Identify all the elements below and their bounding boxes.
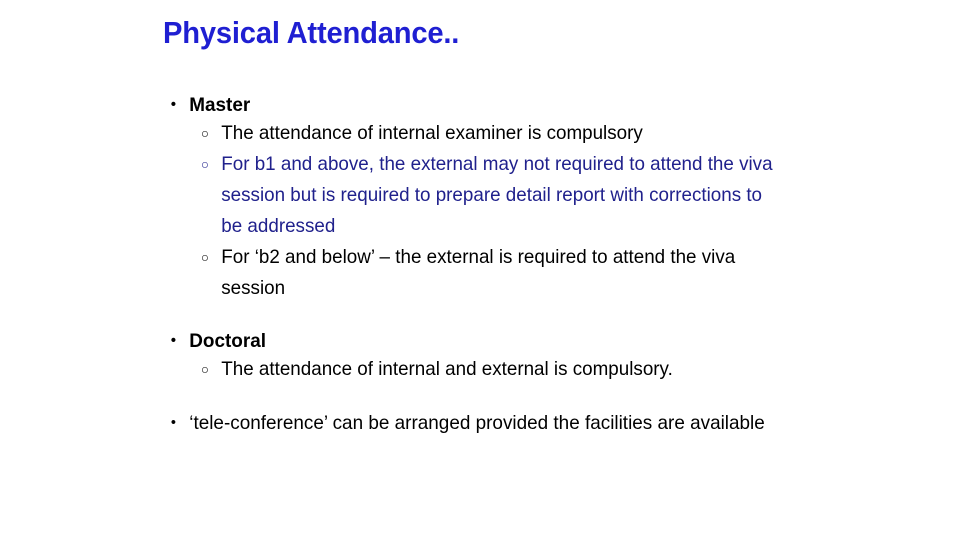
list-item-text: The attendance of internal and external … <box>221 358 673 380</box>
bullet-marker-icon: • <box>170 332 176 349</box>
sub-bullet-list-master: ○ The attendance of internal examiner is… <box>165 118 805 304</box>
sub-bullet-marker-icon: ○ <box>201 250 209 265</box>
sub-bullet-marker-icon: ○ <box>201 157 209 172</box>
list-item: ○ The attendance of internal examiner is… <box>201 118 784 149</box>
sub-bullet-marker-icon: ○ <box>201 362 209 377</box>
list-item-text: For ‘b2 and below’ – the external is req… <box>221 246 736 299</box>
content-block-teleconference: • ‘tele-conference’ can be arranged prov… <box>165 410 805 436</box>
sub-bullet-list-doctoral: ○ The attendance of internal and externa… <box>165 354 805 385</box>
bullet-heading-label: Doctoral <box>189 330 266 352</box>
bullet-heading-doctoral: • Doctoral <box>165 328 786 354</box>
list-item: ○ For b1 and above, the external may not… <box>201 149 784 242</box>
bullet-heading-teleconference: • ‘tele-conference’ can be arranged prov… <box>165 410 786 436</box>
bullet-heading-label: ‘tele-conference’ can be arranged provid… <box>189 412 765 434</box>
slide: Physical Attendance.. • Master ○ The att… <box>0 0 960 540</box>
list-item: ○ For ‘b2 and below’ – the external is r… <box>201 242 784 304</box>
slide-body: • Master ○ The attendance of internal ex… <box>165 92 805 436</box>
page-title: Physical Attendance.. <box>163 15 460 50</box>
bullet-marker-icon: • <box>170 96 176 113</box>
bullet-marker-icon: • <box>170 414 176 431</box>
sub-bullet-marker-icon: ○ <box>201 126 209 141</box>
bullet-heading-master: • Master <box>165 92 786 118</box>
bullet-heading-label: Master <box>189 94 251 116</box>
content-block-doctoral: • Doctoral ○ The attendance of internal … <box>165 328 805 385</box>
list-item-text: For b1 and above, the external may not r… <box>221 153 773 237</box>
content-block-master: • Master ○ The attendance of internal ex… <box>165 92 805 304</box>
list-item-text: The attendance of internal examiner is c… <box>221 122 643 144</box>
list-item: ○ The attendance of internal and externa… <box>201 354 784 385</box>
